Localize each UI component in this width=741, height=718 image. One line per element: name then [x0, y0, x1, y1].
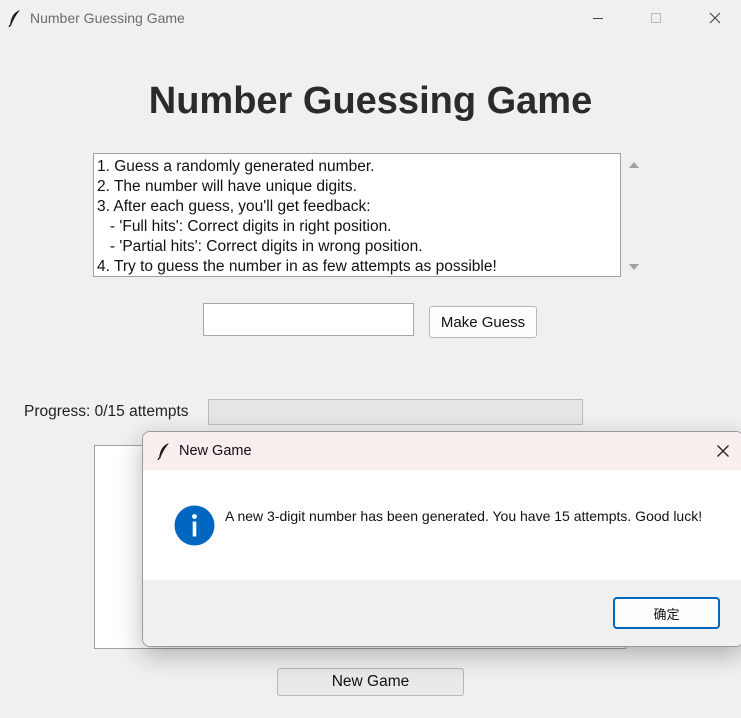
- progress-label: Progress: 0/15 attempts: [24, 403, 189, 420]
- instruction-line: 2. The number will have unique digits.: [97, 178, 357, 195]
- instruction-line: 4. Try to guess the number in as few att…: [97, 258, 497, 275]
- window-title: Number Guessing Game: [30, 10, 185, 26]
- scroll-down-arrow[interactable]: [626, 260, 642, 274]
- dialog-close-button[interactable]: [705, 432, 741, 470]
- new-game-dialog: New Game A new 3-digit number has been g…: [142, 431, 741, 647]
- feather-icon: [157, 442, 171, 461]
- instruction-line: 3. After each guess, you'll get feedback…: [97, 198, 371, 215]
- info-icon: [174, 505, 215, 546]
- instruction-line: - 'Full hits': Correct digits in right p…: [97, 218, 392, 235]
- window-titlebar: Number Guessing Game: [0, 0, 741, 36]
- make-guess-button[interactable]: Make Guess: [429, 306, 537, 338]
- dialog-message: A new 3-digit number has been generated.…: [225, 508, 703, 524]
- ok-button[interactable]: 确定: [613, 597, 720, 629]
- page-title: Number Guessing Game: [148, 80, 593, 122]
- instruction-line: - 'Partial hits': Correct digits in wron…: [97, 238, 423, 255]
- feather-icon: [8, 9, 22, 28]
- triangle-up-icon: [629, 162, 639, 168]
- maximize-icon: [651, 13, 661, 23]
- dialog-title: New Game: [179, 443, 252, 459]
- instructions-textbox[interactable]: 1. Guess a randomly generated number. 2.…: [93, 153, 621, 277]
- triangle-down-icon: [629, 264, 639, 270]
- close-icon: [717, 445, 729, 457]
- close-icon: [709, 12, 721, 24]
- minimize-button[interactable]: [575, 0, 621, 36]
- scroll-up-arrow[interactable]: [626, 158, 642, 172]
- guess-input[interactable]: [203, 303, 414, 336]
- close-button[interactable]: [692, 0, 738, 36]
- progress-bar: [208, 399, 583, 425]
- instruction-line: 1. Guess a randomly generated number.: [97, 158, 375, 175]
- maximize-button[interactable]: [633, 0, 679, 36]
- dialog-titlebar: New Game: [143, 432, 741, 470]
- minimize-icon: [593, 18, 603, 19]
- new-game-button[interactable]: New Game: [277, 668, 464, 696]
